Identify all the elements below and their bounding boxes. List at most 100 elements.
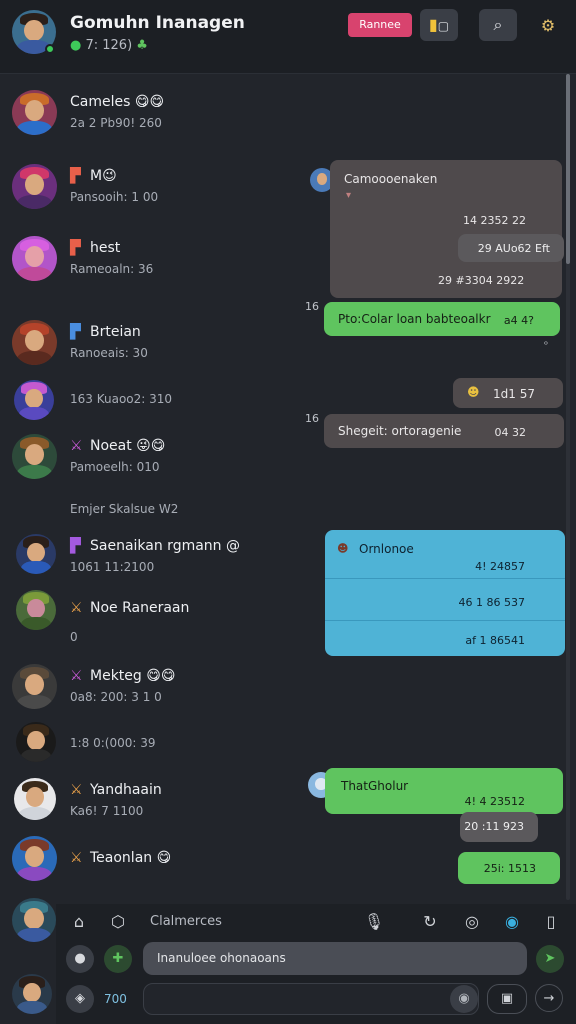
sword-tag-icon: ⚔ [70,438,83,454]
message-bubble[interactable]: 1d1 57 ☻ [453,378,563,408]
app-title: Gomuhn Inanagen [70,13,245,33]
contact-item[interactable]: 163 Kuaoo2: 310 [0,380,300,440]
contact-avatar [14,778,56,820]
send-button[interactable]: ➤ [536,945,564,973]
contact-avatar [12,664,57,709]
status-badge[interactable]: Rannee [348,13,412,37]
sword-tag-icon: ⚔ [70,600,83,616]
contact-name: ▛ Brteian [70,324,141,340]
contact-item[interactable]: 1:8 0:(000: 39 [0,722,300,782]
game-tag-icon: ▛ [70,240,81,256]
secondary-input[interactable] [143,983,479,1015]
home-icon[interactable]: ⌂ [67,910,91,934]
contact-item[interactable]: ▛ hest Rameoaln: 36 [0,236,300,296]
contact-item[interactable]: ⚔ Noeat 😜😋 Pamoeelh: 010 [0,434,300,494]
game-tag-icon: ▛ [70,324,81,340]
contact-item[interactable]: ⚔ Teaonlan 😋 [0,836,300,896]
message-bubble[interactable]: 29 AUo62 Eft [458,234,564,262]
read-receipt-icon: ᵒ [544,340,549,351]
message-time: 25i: 1513 [483,862,536,875]
contact-avatar [12,236,57,281]
contact-meta: Pamoeelh: 010 [70,460,160,474]
contact-name: ▛ hest [70,240,121,256]
forward-button[interactable]: → [535,984,563,1012]
game-button[interactable]: ◈ [66,985,94,1013]
contact-name: ⚔ Noeat 😜😋 [70,438,166,454]
active-status-icon[interactable]: ◉ [500,910,524,934]
contact-meta: 0 [70,630,78,644]
game-tag-icon: ▛ [70,538,81,554]
counter-text: 700 [104,992,127,1006]
search-icon: ⌕ [493,15,503,34]
camera-icon[interactable]: ◎ [460,910,484,934]
contact-meta: 1061 11:2100 [70,560,155,574]
message-bubble[interactable]: 25i: 1513 [458,852,560,884]
contact-item[interactable]: ⚔ Mekteg 😋😋 0a8: 200: 3 1 0 [0,664,300,724]
contact-item[interactable]: Cameles 😋😋 2a 2 Pb90! 260 [0,90,300,150]
message-time: 20 :11 923 [464,820,524,833]
contact-item[interactable]: ⚔ Yandhaain Ka6! 7 1100 [0,778,300,838]
contact-name: ▛ M😉 [70,168,117,184]
panel-icon[interactable]: ▯ [539,910,563,934]
header-subtitle: ● 7: 126) ♣ [70,38,148,53]
message-input[interactable]: Inanuloee ohonaoans [143,942,527,975]
contact-avatar [12,434,57,479]
section-label: Emjer Skalsue W2 [70,502,179,516]
scrollbar-thumb[interactable] [566,74,570,264]
contact-meta: Ka6! 7 1100 [70,804,144,818]
message-bubble[interactable]: ☻ Ornlonoe 4! 24857 46 1 86 537 af 1 865… [325,530,565,656]
contact-avatar [12,90,57,135]
shield-icon[interactable]: ⬡ [106,910,130,934]
message-time: a4 4? [503,314,534,327]
contact-meta: Pansooih: 1 00 [70,190,159,204]
side-counter: 16 [305,412,319,425]
message-bubble[interactable]: ThatGholur 4! 4 23512 [325,768,563,814]
message-bubble[interactable]: Pto:Colar loan babteoalkr a4 4? [324,302,560,336]
message-bubble[interactable]: Shegeit: ortoragenie 04 32 [324,414,564,448]
contact-avatar [16,534,56,574]
contact-item[interactable]: ▛ Saenaikan rgmann @ 1061 11:2100 [0,534,300,594]
message-text: Camoooenaken [344,172,438,186]
refresh-icon[interactable]: ↻ [418,910,442,934]
contact-meta: Ranoeais: 30 [70,346,148,360]
side-counter: 16 [305,300,319,313]
message-text: Pto:Colar loan babteoalkr [338,312,491,326]
chat-toggle-button[interactable]: ▮▢ [420,9,458,41]
footer-avatar[interactable] [12,898,56,942]
mic-icon[interactable]: 🎙 [362,910,386,934]
search-button[interactable]: ⌕ [479,9,517,41]
record-button[interactable]: ◉ [450,985,478,1013]
contact-meta: 1:8 0:(000: 39 [70,736,156,750]
chat-toggle-icon: ▮ [428,15,438,34]
message-text: Shegeit: ortoragenie [338,424,462,438]
attach-button[interactable]: ✚ [104,945,132,973]
online-status-dot [45,44,55,54]
contact-name: ⚔ Mekteg 😋😋 [70,668,176,684]
message-text: ThatGholur [341,779,409,793]
contact-item[interactable]: ▛ Brteian Ranoeais: 30 [0,320,300,380]
contact-avatar [12,836,57,881]
sword-tag-icon: ⚔ [70,782,83,798]
contact-name: ⚔ Teaonlan 😋 [70,850,172,866]
emoji-button[interactable]: ● [66,945,94,973]
message-time: 1d1 57 [493,387,535,401]
contact-name: ⚔ Yandhaain [70,782,162,798]
message-time: 4! 4 23512 [464,795,525,808]
contact-item[interactable]: ⚔ Noe Raneraan 0 [0,590,300,650]
message-bubble[interactable]: 20 :11 923 [460,812,538,842]
message-time: 46 1 86 537 [458,596,525,609]
contact-meta: 163 Kuaoo2: 310 [70,392,173,406]
message-time: 4! 24857 [475,560,525,573]
sword-tag-icon: ⚔ [70,668,83,684]
settings-button[interactable]: ⚙ [536,14,560,38]
contact-name: ⚔ Noe Raneraan [70,600,190,616]
footer-avatar[interactable] [12,974,52,1014]
message-time: 14 2352 22 [463,214,526,227]
channel-label: Clalmerces [150,914,222,929]
message-text: Ornlonoe [359,542,414,556]
sword-tag-icon: ⚔ [70,850,83,866]
sticker-button[interactable]: ▣ [487,984,527,1014]
contact-avatar [14,380,54,420]
contact-item[interactable]: ▛ M😉 Pansooih: 1 00 [0,164,300,224]
message-time: 04 32 [494,426,527,439]
